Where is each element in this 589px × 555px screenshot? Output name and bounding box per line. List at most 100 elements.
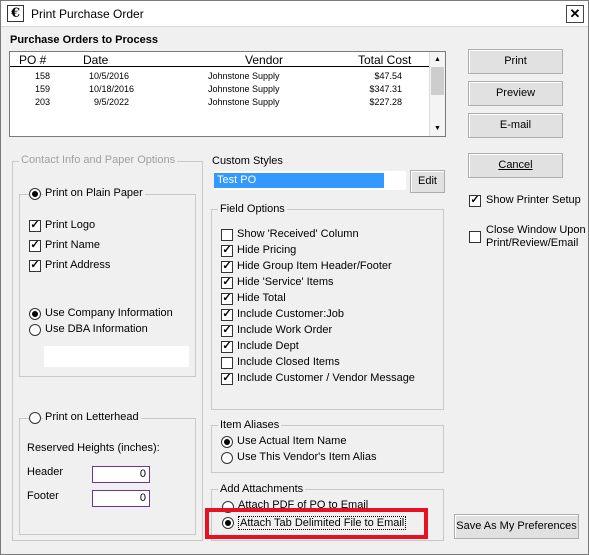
letterhead-label: Print on Letterhead — [43, 411, 141, 423]
checkmark-icon: ✓ — [30, 219, 40, 231]
po-list-header: PO # Date Vendor Total Cost — [10, 52, 430, 67]
close-window-label-line2: Print/Review/Email — [486, 237, 579, 249]
scroll-up-icon[interactable]: ▲ — [430, 52, 445, 67]
dba-field[interactable] — [44, 346, 189, 367]
reserved-heights-label: Reserved Heights (inches): — [27, 442, 160, 454]
item-aliases-title: Item Aliases — [218, 419, 282, 431]
print-button[interactable]: Print — [468, 49, 563, 74]
field-option-checkbox[interactable] — [221, 357, 233, 369]
column-header-po[interactable]: PO # — [19, 53, 46, 67]
field-option-checkbox[interactable]: ✓ — [221, 372, 233, 385]
radio-selected-icon — [225, 520, 231, 526]
column-header-date[interactable]: Date — [83, 53, 108, 67]
checkmark-icon: ✓ — [222, 260, 232, 272]
field-option-label: Hide Group Item Header/Footer — [237, 260, 392, 272]
header-height-input[interactable]: 0 — [92, 466, 150, 483]
table-row[interactable]: 159 10/18/2016 Johnstone Supply $347.31 — [10, 83, 430, 96]
checkmark-icon: ✓ — [222, 340, 232, 352]
field-option-label: Include Dept — [237, 340, 299, 352]
po-section-title: Purchase Orders to Process — [10, 34, 158, 46]
field-option-label: Include Closed Items — [237, 356, 340, 368]
scroll-down-icon[interactable]: ▼ — [430, 121, 445, 136]
checkmark-icon: ✓ — [222, 372, 232, 384]
custom-style-selected-item[interactable]: Test PO — [214, 173, 384, 188]
po-total: $227.28 — [369, 97, 402, 107]
plain-paper-radio[interactable] — [29, 188, 41, 200]
attachments-title: Add Attachments — [218, 483, 306, 495]
checkmark-icon: ✓ — [222, 324, 232, 336]
close-icon[interactable]: ✕ — [566, 5, 584, 23]
field-option-label: Include Customer:Job — [237, 308, 344, 320]
field-option-label: Hide 'Service' Items — [237, 276, 334, 288]
print-name-checkbox[interactable]: ✓ — [29, 239, 41, 252]
po-number: 158 — [35, 71, 51, 81]
po-date: 9/5/2022 — [94, 97, 130, 107]
po-vendor: Johnstone Supply — [208, 97, 280, 107]
use-actual-item-name-label: Use Actual Item Name — [237, 435, 347, 447]
radio-selected-icon — [224, 439, 230, 445]
attach-tab-radio[interactable] — [222, 517, 234, 529]
po-date: 10/18/2016 — [89, 84, 135, 94]
column-header-vendor[interactable]: Vendor — [245, 53, 283, 67]
field-option-checkbox[interactable]: ✓ — [221, 340, 233, 353]
item-aliases-group — [211, 425, 444, 473]
field-option-checkbox[interactable]: ✓ — [221, 308, 233, 321]
checkmark-icon: ✓ — [222, 244, 232, 256]
custom-styles-label: Custom Styles — [212, 155, 283, 167]
show-printer-setup-checkbox[interactable]: ✓ — [469, 194, 481, 207]
po-number: 203 — [35, 97, 51, 107]
po-list-scrollbar[interactable]: ▲ ▼ — [429, 52, 445, 136]
close-window-label-line1: Close Window Upon — [486, 224, 586, 236]
field-option-checkbox[interactable]: ✓ — [221, 324, 233, 337]
table-row[interactable]: 203 9/5/2022 Johnstone Supply $227.28 — [10, 96, 430, 109]
field-option-checkbox[interactable]: ✓ — [221, 292, 233, 305]
table-row[interactable]: 158 10/5/2016 Johnstone Supply $47.54 — [10, 70, 430, 83]
print-address-checkbox[interactable]: ✓ — [29, 259, 41, 272]
po-vendor: Johnstone Supply — [208, 84, 280, 94]
scrollbar-thumb[interactable] — [431, 67, 444, 95]
preview-button[interactable]: Preview — [468, 81, 563, 106]
save-preferences-button[interactable]: Save As My Preferences — [454, 514, 579, 539]
field-option-checkbox[interactable]: ✓ — [221, 244, 233, 257]
footer-height-input[interactable]: 0 — [92, 490, 150, 507]
po-list[interactable]: PO # Date Vendor Total Cost 158 10/5/201… — [9, 51, 446, 137]
po-number: 159 — [35, 84, 51, 94]
custom-styles-list[interactable]: Test PO — [214, 171, 406, 190]
po-total: $47.54 — [374, 71, 402, 81]
use-company-info-label: Use Company Information — [45, 307, 173, 319]
footer-label: Footer — [27, 490, 59, 502]
app-logo-icon: € — [7, 5, 24, 22]
radio-selected-icon — [32, 191, 38, 197]
print-name-label: Print Name — [45, 239, 101, 251]
po-total: $347.31 — [369, 84, 402, 94]
field-option-checkbox[interactable]: ✓ — [221, 276, 233, 289]
email-button[interactable]: E-mail — [468, 113, 563, 138]
close-window-checkbox[interactable] — [469, 231, 481, 243]
field-option-label: Show 'Received' Column — [237, 228, 359, 240]
column-header-total-cost[interactable]: Total Cost — [358, 53, 411, 67]
checkmark-icon: ✓ — [222, 292, 232, 304]
use-vendor-alias-radio[interactable] — [221, 452, 233, 464]
window-title: Print Purchase Order — [31, 7, 144, 21]
cancel-button[interactable]: Cancel — [468, 153, 563, 178]
po-vendor: Johnstone Supply — [208, 71, 280, 81]
letterhead-radio[interactable] — [29, 412, 41, 424]
field-option-label: Hide Pricing — [237, 244, 297, 256]
show-printer-setup-label: Show Printer Setup — [486, 194, 581, 206]
use-actual-item-name-radio[interactable] — [221, 436, 233, 448]
po-date: 10/5/2016 — [89, 71, 130, 81]
checkmark-icon: ✓ — [222, 276, 232, 288]
use-company-info-radio[interactable] — [29, 308, 41, 320]
checkmark-icon: ✓ — [470, 194, 480, 206]
attach-tab-label: Attach Tab Delimited File to Email — [238, 516, 407, 530]
checkmark-icon: ✓ — [30, 239, 40, 251]
edit-style-button[interactable]: Edit — [410, 170, 445, 193]
field-option-checkbox[interactable]: ✓ — [221, 260, 233, 273]
contact-info-group-title: Contact Info and Paper Options — [19, 154, 178, 166]
print-address-label: Print Address — [45, 259, 111, 271]
use-dba-info-radio[interactable] — [29, 324, 41, 336]
field-option-checkbox[interactable] — [221, 229, 233, 241]
print-logo-checkbox[interactable]: ✓ — [29, 219, 41, 232]
plain-paper-label: Print on Plain Paper — [43, 187, 145, 199]
field-option-label: Hide Total — [237, 292, 286, 304]
